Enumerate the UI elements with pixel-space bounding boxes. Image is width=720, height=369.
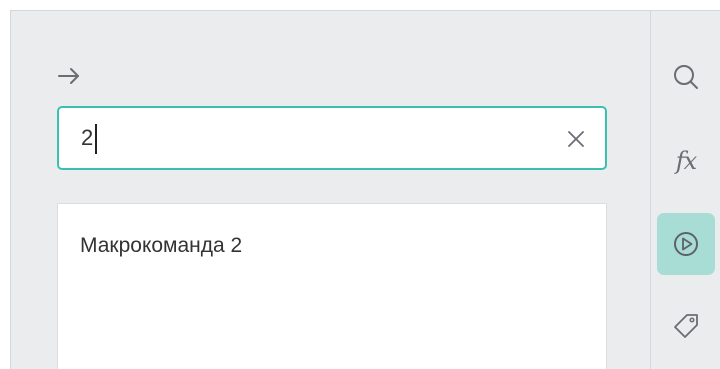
results-list: Макрокоманда 2 bbox=[57, 203, 607, 369]
tag-icon bbox=[674, 314, 698, 338]
text-caret bbox=[95, 124, 98, 154]
fx-icon: fx bbox=[675, 147, 697, 175]
close-icon bbox=[568, 131, 584, 147]
app-frame: Макрокоманда 2 fx bbox=[0, 0, 720, 369]
sidebar-item-tags[interactable] bbox=[657, 295, 715, 357]
arrow-right-icon bbox=[58, 68, 79, 84]
list-item[interactable]: Макрокоманда 2 bbox=[80, 234, 242, 258]
play-circle-icon bbox=[674, 232, 698, 256]
clear-search-button[interactable] bbox=[563, 126, 589, 152]
collapse-panel-button[interactable] bbox=[55, 64, 83, 88]
sidebar-item-search[interactable] bbox=[657, 46, 715, 108]
sidebar-item-macros[interactable] bbox=[657, 213, 715, 275]
search-field[interactable] bbox=[57, 106, 607, 170]
search-input[interactable] bbox=[81, 122, 521, 154]
search-icon bbox=[674, 65, 698, 89]
sidebar-item-functions[interactable]: fx bbox=[657, 130, 715, 192]
